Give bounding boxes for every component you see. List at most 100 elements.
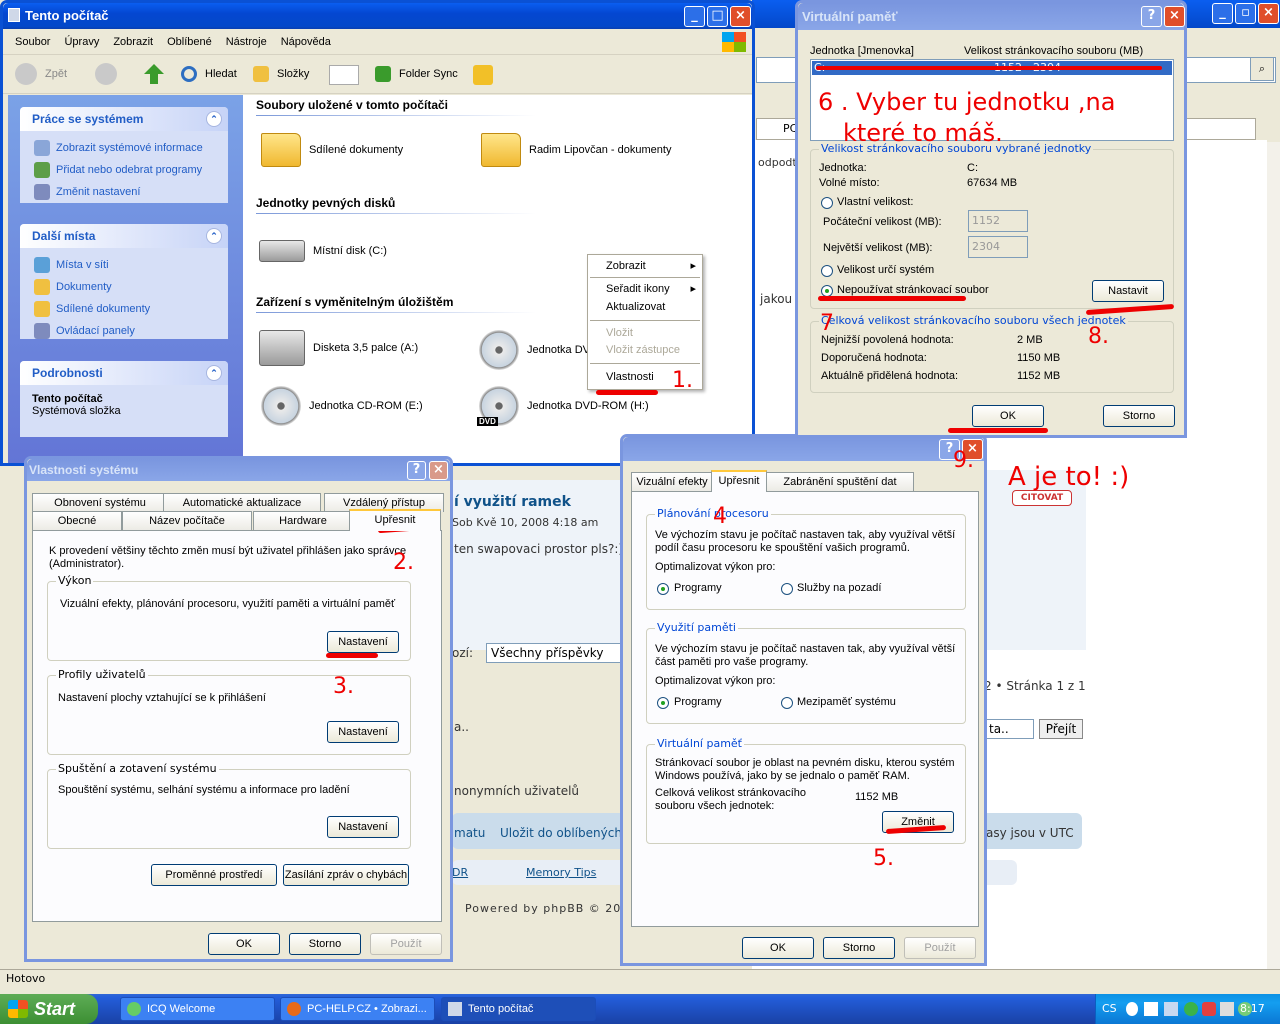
- collapse-icon[interactable]: ⌃: [206, 365, 222, 381]
- drive-c-item[interactable]: Místní disk (C:): [259, 240, 387, 262]
- help-button[interactable]: ?: [1141, 6, 1162, 27]
- help-button[interactable]: ?: [407, 461, 426, 480]
- task-firefox[interactable]: PC-HELP.CZ • Zobrazi...: [280, 997, 435, 1021]
- close-button[interactable]: ×: [1164, 6, 1185, 27]
- search-button[interactable]: Hledat: [181, 66, 237, 82]
- dvd-drive-item[interactable]: Jednotka DVD: [479, 330, 598, 370]
- close-button[interactable]: ×: [429, 461, 448, 480]
- browser-minimize-button[interactable]: _: [1212, 3, 1233, 24]
- startup-settings-button[interactable]: Nastavení: [327, 816, 399, 838]
- tab-aktualizace[interactable]: Automatické aktualizace: [163, 493, 321, 512]
- forward-arrow-icon[interactable]: [95, 63, 117, 85]
- go-button[interactable]: Přejít: [1039, 719, 1083, 739]
- folder-sync-button[interactable]: Folder Sync: [375, 66, 458, 82]
- task-icq[interactable]: ICQ Welcome: [120, 997, 275, 1021]
- collapse-icon[interactable]: ⌃: [206, 111, 222, 127]
- no-paging-label[interactable]: Nepoužívat stránkovací soubor: [837, 284, 989, 296]
- ok-button[interactable]: OK: [972, 405, 1044, 427]
- shared-docs-link[interactable]: Sdílené dokumenty: [20, 298, 228, 320]
- forum-link[interactable]: matu: [454, 826, 485, 840]
- tab-obecne[interactable]: Obecné: [32, 511, 122, 530]
- browser-maximize-button[interactable]: ▫: [1235, 3, 1256, 24]
- mem-programs-radio[interactable]: [657, 697, 669, 709]
- control-panel-link[interactable]: Ovládací panely: [20, 320, 228, 342]
- background-label[interactable]: Služby na pozadí: [797, 582, 881, 594]
- system-managed-label[interactable]: Velikost určí systém: [837, 264, 934, 276]
- context-zobrazit[interactable]: Zobrazit ▸: [588, 255, 702, 277]
- post-title[interactable]: í využití ramek: [454, 494, 571, 510]
- tray-app-icon[interactable]: [1184, 1002, 1198, 1016]
- programs-radio[interactable]: [657, 583, 669, 595]
- tab-upresnit[interactable]: Upřesnit: [349, 509, 441, 531]
- tab-visual-effects[interactable]: Vizuální efekty: [631, 472, 713, 491]
- memory-tips-link[interactable]: Memory Tips: [526, 866, 596, 879]
- ok-button[interactable]: OK: [208, 933, 280, 955]
- close-button[interactable]: ×: [730, 6, 751, 27]
- minimize-button[interactable]: _: [684, 6, 705, 27]
- documents-link[interactable]: Dokumenty: [20, 276, 228, 298]
- background-radio[interactable]: [781, 583, 793, 595]
- system-cache-label[interactable]: Mezipaměť systému: [797, 696, 896, 708]
- task-explorer[interactable]: Tento počítač: [441, 997, 596, 1021]
- mem-programs-label[interactable]: Programy: [674, 696, 722, 708]
- network-link[interactable]: Místa v síti: [20, 254, 228, 276]
- shared-docs-item[interactable]: Sdílené dokumenty: [261, 133, 403, 167]
- quote-button[interactable]: CITOVAT: [1012, 490, 1072, 506]
- context-seradit[interactable]: Seřadit ikony ▸: [588, 280, 702, 298]
- floppy-item[interactable]: Disketa 3,5 palce (A:): [259, 330, 418, 366]
- profiles-settings-button[interactable]: Nastavení: [327, 721, 399, 743]
- context-aktualizovat[interactable]: Aktualizovat: [588, 298, 702, 316]
- vm-titlebar[interactable]: Virtuální paměť: [798, 3, 1184, 30]
- maximize-button[interactable]: □: [707, 6, 728, 27]
- tab-dep[interactable]: Zabránění spuštění dat (DEP): [766, 472, 914, 506]
- menu-upravy[interactable]: Úpravy: [64, 36, 99, 54]
- back-button[interactable]: Zpět: [15, 63, 67, 85]
- shield-icon[interactable]: [1202, 1002, 1216, 1016]
- menu-soubor[interactable]: Soubor: [15, 36, 50, 54]
- media-icon[interactable]: [1144, 1002, 1158, 1016]
- system-info-link[interactable]: Zobrazit systémové informace: [20, 137, 228, 159]
- language-indicator[interactable]: CS: [1102, 1002, 1117, 1015]
- back-icon[interactable]: [1126, 1002, 1138, 1016]
- cdrom-e-item[interactable]: Jednotka CD-ROM (E:): [261, 386, 423, 426]
- sort-select[interactable]: Všechny příspěvky: [486, 643, 624, 663]
- cancel-button[interactable]: Storno: [823, 937, 895, 959]
- menu-napoveda[interactable]: Nápověda: [281, 36, 331, 54]
- volume-icon[interactable]: [1220, 1002, 1234, 1016]
- cancel-button[interactable]: Storno: [289, 933, 361, 955]
- custom-size-radio[interactable]: [821, 197, 833, 209]
- start-button[interactable]: Start: [0, 994, 98, 1024]
- tab-advanced[interactable]: Upřesnit: [711, 470, 767, 492]
- perf-titlebar[interactable]: [623, 437, 984, 461]
- ok-button[interactable]: OK: [742, 937, 814, 959]
- save-favorites-link[interactable]: Uložit do oblíbených: [500, 826, 622, 840]
- views-icon[interactable]: [329, 65, 359, 85]
- system-cache-radio[interactable]: [781, 697, 793, 709]
- folders-button[interactable]: Složky: [253, 66, 309, 82]
- sysprops-titlebar[interactable]: Vlastnosti systému: [27, 459, 450, 481]
- radim-docs-item[interactable]: Radim Lipovčan - dokumenty: [481, 133, 671, 167]
- error-reporting-button[interactable]: Zasílání zpráv o chybách: [283, 864, 409, 886]
- forum-link[interactable]: DR: [452, 866, 468, 879]
- menu-nastroje[interactable]: Nástroje: [226, 36, 267, 54]
- tab-hardware[interactable]: Hardware: [253, 511, 353, 530]
- tab-nazev[interactable]: Název počítače: [122, 511, 252, 530]
- browser-close-button[interactable]: ×: [1258, 3, 1279, 24]
- performance-settings-button[interactable]: Nastavení: [327, 631, 399, 653]
- menu-oblibene[interactable]: Oblíbené: [167, 36, 212, 54]
- env-vars-button[interactable]: Proměnné prostředí: [151, 864, 277, 886]
- jump-select[interactable]: ta..: [986, 719, 1034, 739]
- tab-obnoveni[interactable]: Obnovení systému: [32, 493, 168, 512]
- set-button[interactable]: Nastavit: [1092, 280, 1164, 302]
- up-folder-icon[interactable]: [144, 64, 164, 84]
- collapse-icon[interactable]: ⌃: [206, 228, 222, 244]
- custom-size-label[interactable]: Vlastní velikost:: [837, 196, 913, 208]
- cancel-button[interactable]: Storno: [1103, 405, 1175, 427]
- magnifier-icon[interactable]: ⌕: [1250, 57, 1274, 81]
- change-settings-link[interactable]: Změnit nastavení: [20, 181, 228, 203]
- explorer-titlebar[interactable]: Tento počítač: [3, 3, 752, 29]
- menu-zobrazit[interactable]: Zobrazit: [113, 36, 153, 54]
- checklist-icon[interactable]: [473, 65, 493, 85]
- system-managed-radio[interactable]: [821, 265, 833, 277]
- network-icon[interactable]: [1164, 1002, 1178, 1016]
